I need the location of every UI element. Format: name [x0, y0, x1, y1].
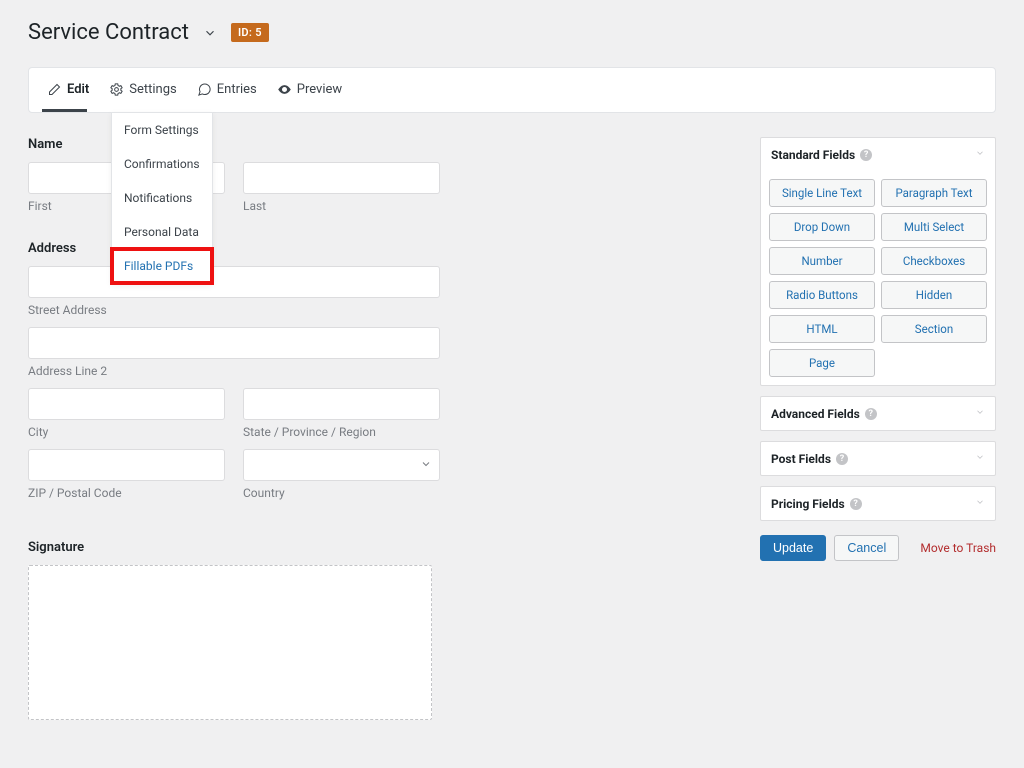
panel-standard-header[interactable]: Standard Fields? — [761, 138, 995, 171]
panel-post-header[interactable]: Post Fields? — [761, 442, 995, 475]
state-input[interactable] — [243, 388, 440, 420]
eye-icon — [277, 82, 292, 97]
standard-fields-grid: Single Line Text Paragraph Text Drop Dow… — [769, 179, 987, 377]
form-toolbar: Edit Settings Entries Preview Form Setti… — [28, 67, 996, 113]
help-icon[interactable]: ? — [860, 149, 872, 161]
cancel-button[interactable]: Cancel — [834, 535, 899, 561]
field-multi-select[interactable]: Multi Select — [881, 213, 987, 241]
zip-sublabel: ZIP / Postal Code — [28, 486, 225, 500]
gear-icon — [109, 82, 124, 97]
field-section[interactable]: Section — [881, 315, 987, 343]
page-header: Service Contract ID: 5 — [28, 20, 996, 45]
sidebar: Standard Fields? Single Line Text Paragr… — [760, 137, 996, 561]
form-switcher-chevron[interactable] — [203, 26, 217, 40]
field-html[interactable]: HTML — [769, 315, 875, 343]
panel-standard-fields: Standard Fields? Single Line Text Paragr… — [760, 137, 996, 386]
id-badge: ID: 5 — [231, 23, 269, 42]
menu-notifications[interactable]: Notifications — [112, 181, 212, 215]
tab-preview[interactable]: Preview — [267, 68, 352, 112]
city-sublabel: City — [28, 425, 225, 439]
country-select[interactable] — [243, 449, 440, 481]
chevron-down-icon — [975, 147, 985, 162]
tab-settings[interactable]: Settings — [99, 68, 186, 112]
city-input[interactable] — [28, 388, 225, 420]
field-single-line-text[interactable]: Single Line Text — [769, 179, 875, 207]
panel-post-title: Post Fields — [771, 452, 831, 466]
last-sublabel: Last — [243, 199, 440, 213]
field-signature: Signature — [28, 540, 740, 720]
panel-advanced-header[interactable]: Advanced Fields? — [761, 397, 995, 430]
state-sublabel: State / Province / Region — [243, 425, 440, 439]
field-checkboxes[interactable]: Checkboxes — [881, 247, 987, 275]
field-radio-buttons[interactable]: Radio Buttons — [769, 281, 875, 309]
field-drop-down[interactable]: Drop Down — [769, 213, 875, 241]
panel-post-fields: Post Fields? — [760, 441, 996, 476]
panel-advanced-fields: Advanced Fields? — [760, 396, 996, 431]
field-number[interactable]: Number — [769, 247, 875, 275]
street-sublabel: Street Address — [28, 303, 440, 317]
update-button[interactable]: Update — [760, 535, 826, 561]
tab-edit[interactable]: Edit — [37, 68, 99, 112]
menu-confirmations[interactable]: Confirmations — [112, 147, 212, 181]
field-paragraph-text[interactable]: Paragraph Text — [881, 179, 987, 207]
toolbar-row: Edit Settings Entries Preview — [29, 68, 995, 112]
signature-pad[interactable] — [28, 565, 432, 720]
tab-settings-label: Settings — [129, 82, 176, 97]
help-icon[interactable]: ? — [865, 408, 877, 420]
tab-entries-label: Entries — [217, 82, 257, 97]
menu-fillable-pdfs[interactable]: Fillable PDFs — [112, 249, 212, 283]
panel-pricing-title: Pricing Fields — [771, 497, 845, 511]
pencil-icon — [47, 82, 62, 97]
field-page[interactable]: Page — [769, 349, 875, 377]
line2-input[interactable] — [28, 327, 440, 359]
form-title: Service Contract — [28, 20, 189, 45]
menu-form-settings[interactable]: Form Settings — [112, 113, 212, 147]
help-icon[interactable]: ? — [836, 453, 848, 465]
settings-dropdown: Form Settings Confirmations Notification… — [111, 112, 213, 284]
zip-input[interactable] — [28, 449, 225, 481]
help-icon[interactable]: ? — [850, 498, 862, 510]
comment-icon — [197, 82, 212, 97]
menu-personal-data[interactable]: Personal Data — [112, 215, 212, 249]
tab-entries[interactable]: Entries — [187, 68, 267, 112]
panel-pricing-fields: Pricing Fields? — [760, 486, 996, 521]
chevron-down-icon — [975, 496, 985, 511]
panel-standard-title: Standard Fields — [771, 148, 855, 162]
last-name-input[interactable] — [243, 162, 440, 194]
move-to-trash-link[interactable]: Move to Trash — [920, 541, 996, 555]
panel-advanced-title: Advanced Fields — [771, 407, 860, 421]
street-input[interactable] — [28, 266, 440, 298]
panel-pricing-header[interactable]: Pricing Fields? — [761, 487, 995, 520]
action-row: Update Cancel Move to Trash — [760, 535, 996, 561]
country-sublabel: Country — [243, 486, 440, 500]
tab-edit-label: Edit — [67, 82, 89, 97]
tab-preview-label: Preview — [297, 82, 342, 97]
chevron-down-icon — [975, 451, 985, 466]
chevron-down-icon — [975, 406, 985, 421]
signature-label: Signature — [28, 540, 740, 555]
field-hidden[interactable]: Hidden — [881, 281, 987, 309]
line2-sublabel: Address Line 2 — [28, 364, 440, 378]
